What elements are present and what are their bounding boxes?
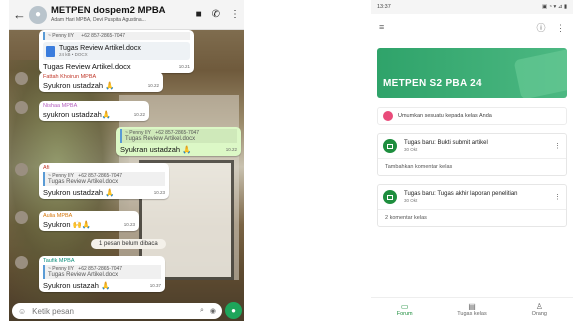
reply-quote: ~ Penny IIY +62 857-2865-7047: [43, 32, 190, 40]
message-sender: Fattah Khoirun MPBA: [43, 74, 97, 80]
reply-quote: ~ Penny IIY +62 857-2865-7047 Tugas Revi…: [120, 129, 237, 143]
document-attachment[interactable]: Tugas Review Artikel.docx 24 kB • DOCX: [43, 42, 190, 60]
quote-file: Tugas Review Artikel.docx: [48, 179, 119, 185]
nav-label: Forum: [396, 310, 413, 317]
nav-classwork[interactable]: ▤ Tugas kelas: [438, 298, 505, 321]
menu-icon[interactable]: ≡: [379, 22, 384, 32]
banner-decoration: [513, 48, 567, 98]
emoji-icon[interactable]: ☺: [18, 307, 26, 316]
outgoing-message-bubble[interactable]: ~ Penny IIY +62 857-2865-7047 Tugas Revi…: [116, 127, 241, 156]
status-bar: 13:37 ▣ ◔ ▾ ⊿ ▮: [371, 0, 573, 14]
add-class-comment[interactable]: Tambahkan komentar kelas: [378, 158, 566, 175]
people-icon: ♙: [535, 301, 543, 311]
message-bubble[interactable]: Aulia MPBA Syukron 🙌🙏 10.23: [39, 211, 139, 231]
message-time: 10.23: [123, 222, 135, 227]
quote-file: Tugas Review Artikel.docx: [48, 272, 119, 278]
message-text: Syukron 🙌🙏: [43, 220, 92, 229]
group-avatar[interactable]: ●: [29, 5, 47, 24]
app-bar: ≡ ⓘ ⋮: [371, 14, 573, 40]
forum-icon: ▭: [400, 301, 409, 311]
quote-file: Tugas Review Artikel.docx: [125, 136, 196, 142]
message-sender: Nishaa MPBA: [43, 103, 78, 109]
quote-sender: ~ Penny IIY: [48, 33, 74, 39]
whatsapp-screen: ← ● METPEN dospem2 MPBA Adam Hari MPBA, …: [9, 0, 244, 321]
announce-placeholder: Umumkan sesuatu kepada kelas Anda: [398, 113, 492, 119]
stream-post[interactable]: Tugas baru: Bukti submit artikel 30 Okt …: [377, 133, 567, 176]
message-time: 10.37: [149, 283, 161, 288]
message-bubble[interactable]: Fattah Khoirun MPBA Syukron ustadzah 🙏 1…: [39, 72, 163, 92]
bottom-navigation: ▭ Forum ▤ Tugas kelas ♙ Orang: [371, 297, 573, 321]
classwork-icon: ▤: [468, 301, 476, 311]
message-bubble[interactable]: Taufik MPBA ~ Penny IIY +62 857-2865-704…: [39, 256, 165, 292]
avatar[interactable]: [15, 72, 28, 85]
message-time: 10.22: [133, 112, 145, 117]
class-banner: METPEN S2 PBA 24: [377, 48, 567, 98]
class-comments-count[interactable]: 2 komentar kelas: [378, 209, 566, 226]
message-time: 10.22: [147, 83, 159, 88]
avatar[interactable]: [15, 256, 28, 269]
status-icons: ▣ ◔ ▾ ⊿ ▮: [541, 4, 567, 10]
message-text: Tugas Review Artikel.docx: [43, 62, 131, 71]
avatar[interactable]: [15, 163, 28, 176]
message-time: 10.22: [225, 147, 237, 152]
voice-call-icon[interactable]: ✆: [212, 9, 220, 20]
more-icon[interactable]: ⋮: [556, 23, 565, 33]
video-call-icon[interactable]: ■: [196, 9, 202, 20]
message-bubble[interactable]: Nishaa MPBA syukron ustadzah🙏 10.22: [39, 101, 149, 121]
camera-icon[interactable]: ◉: [210, 307, 216, 315]
post-menu-icon[interactable]: ⋮: [554, 193, 561, 201]
message-text: Syukron ustazah 🙏: [43, 281, 111, 290]
message-sender: Afi: [43, 165, 50, 171]
nav-label: Orang: [531, 310, 547, 317]
message-input-placeholder: Ketik pesan: [32, 306, 74, 316]
message-sender: Aulia MPBA: [43, 213, 73, 219]
post-title: Tugas baru: Tugas akhir laporan peneliti…: [404, 190, 518, 197]
chat-title-block[interactable]: METPEN dospem2 MPBA Adam Hari MPBA, Devi…: [51, 6, 186, 23]
classroom-screen: 13:37 ▣ ◔ ▾ ⊿ ▮ ≡ ⓘ ⋮ METPEN S2 PBA 24 U…: [371, 0, 573, 321]
user-avatar: [383, 111, 393, 121]
message-sender: Taufik MPBA: [43, 258, 75, 264]
message-time: 10.23: [153, 190, 165, 195]
attach-icon[interactable]: ⌕: [200, 307, 204, 315]
post-date: 30 Okt: [404, 147, 418, 153]
microphone-icon[interactable]: ●: [225, 302, 242, 319]
quote-phone: +62 857-2865-7047: [81, 33, 126, 39]
post-date: 30 Okt: [404, 198, 418, 204]
document-size: 24 kB • DOCX: [59, 52, 88, 57]
chat-title: METPEN dospem2 MPBA: [51, 5, 166, 17]
nav-people[interactable]: ♙ Orang: [506, 298, 573, 321]
overflow-menu-icon[interactable]: ⋮: [230, 9, 240, 20]
message-bubble[interactable]: Afi ~ Penny IIY +62 857-2865-7047 Tugas …: [39, 163, 169, 199]
reply-quote: ~ Penny IIY +62 857-2865-7047 Tugas Revi…: [43, 172, 165, 186]
reply-quote: ~ Penny IIY +62 857-2865-7047 Tugas Revi…: [43, 265, 161, 279]
message-text: Syukron ustadzah 🙏: [43, 188, 115, 197]
nav-forum[interactable]: ▭ Forum: [371, 298, 438, 321]
message-input[interactable]: ☺ Ketik pesan ⌕ ◉: [12, 303, 222, 319]
class-name: METPEN S2 PBA 24: [383, 78, 482, 89]
assignment-icon: [383, 139, 397, 153]
announce-box[interactable]: Umumkan sesuatu kepada kelas Anda: [377, 107, 567, 125]
message-text: Syukran ustadzah 🙏: [120, 145, 192, 154]
status-time: 13:37: [377, 4, 391, 10]
stream-post[interactable]: Tugas baru: Tugas akhir laporan peneliti…: [377, 184, 567, 227]
post-title: Tugas baru: Bukti submit artikel: [404, 139, 488, 146]
chat-members: Adam Hari MPBA, Devi Puspita Agustina...: [51, 16, 146, 23]
message-text: Syukron ustadzah 🙏: [43, 81, 115, 90]
avatar[interactable]: [15, 211, 28, 224]
avatar[interactable]: [15, 101, 28, 114]
post-menu-icon[interactable]: ⋮: [554, 142, 561, 150]
unread-messages-divider: 1 pesan belum dibaca: [91, 239, 166, 249]
message-bubble[interactable]: ~ Penny IIY +62 857-2865-7047 Tugas Revi…: [39, 30, 194, 73]
assignment-icon: [383, 190, 397, 204]
document-name: Tugas Review Artikel.docx: [59, 45, 141, 52]
nav-label: Tugas kelas: [457, 310, 487, 317]
document-icon: [46, 45, 55, 57]
message-time: 10.21: [178, 64, 190, 69]
message-text: syukron ustadzah🙏: [43, 110, 112, 119]
info-icon[interactable]: ⓘ: [536, 23, 545, 33]
chat-header: ← ● METPEN dospem2 MPBA Adam Hari MPBA, …: [9, 0, 244, 30]
back-arrow-icon[interactable]: ←: [13, 7, 26, 22]
